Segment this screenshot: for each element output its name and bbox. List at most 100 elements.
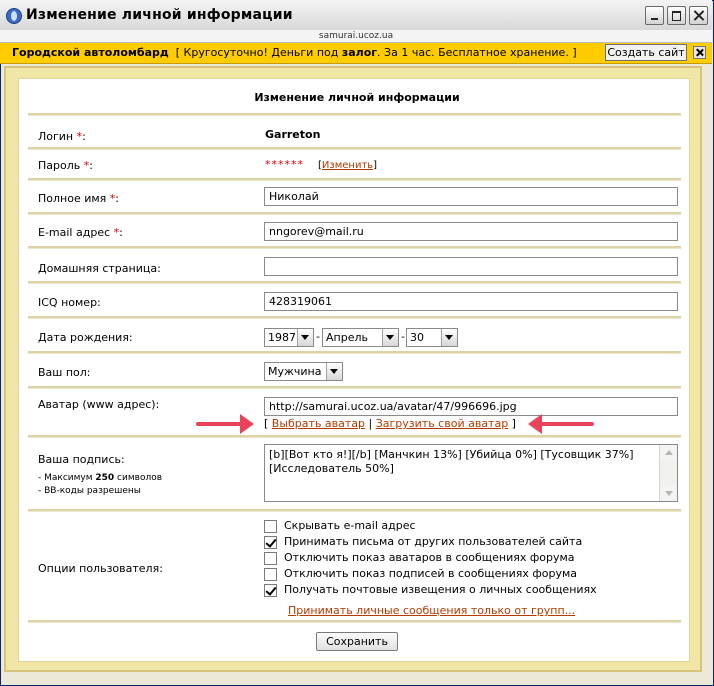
label-colon: : [89,159,93,172]
signature-label: Ваша подпись: [38,453,125,466]
birth-day-select[interactable]: 30 [406,328,458,347]
label-colon: : [82,130,86,143]
divider [28,351,681,354]
divider [28,386,681,389]
login-label-text: Логин [38,130,77,143]
option-label-3[interactable]: Отключить показ аватаров в сообщениях фо… [284,551,575,564]
create-site-button[interactable]: Создать сайт [605,44,687,61]
avatar-label: Аватар (www адрес): [38,398,160,411]
gender-label: Ваш пол: [38,366,91,379]
divider [28,212,681,215]
birth-year-value: 1987 [268,331,296,344]
groups-only-link[interactable]: Принимать личные сообщения только от гру… [288,604,575,617]
option-checkbox-3[interactable] [264,552,277,565]
minimize-icon[interactable] [645,6,664,25]
label-colon: : [115,192,119,205]
ad-close-icon[interactable] [693,46,706,59]
login-label: Логин *: [38,130,86,143]
divider [28,435,681,438]
change-password-link[interactable]: Изменить [322,160,373,171]
icq-input[interactable]: 428319061 [264,292,678,311]
avatar-url-input[interactable]: http://samurai.ucoz.ua/avatar/47/996696.… [264,397,678,416]
bracket-close: ] [508,417,516,430]
fullname-label: Полное имя *: [38,192,119,205]
form-title: Изменение личной информации [254,91,460,104]
password-stars: ****** [265,158,304,171]
choose-avatar-link[interactable]: Выбрать аватар [272,417,365,430]
divider [28,113,681,116]
icq-label: ICQ номер: [38,296,101,309]
fullname-input[interactable]: Николай [264,187,678,206]
options-label: Опции пользователя: [38,562,163,575]
avatar-links: [ Выбрать аватар | Загрузить свой аватар… [264,417,516,430]
homepage-input[interactable] [264,257,678,276]
bracket-open: [ [264,417,272,430]
gender-value: Мужчина [268,365,322,378]
signature-textarea[interactable]: [b][Вот кто я!][/b] [Манчкин 13%] [Убийц… [264,444,678,502]
max-suffix: символов [114,473,163,483]
signature-scrollbar[interactable] [659,445,677,501]
option-checkbox-5[interactable] [264,584,277,597]
divider [28,178,681,181]
upload-avatar-link[interactable]: Загрузить свой аватар [376,417,508,430]
date-dash: - [401,330,405,343]
ad-brand[interactable]: Городской автоломбард [12,46,169,59]
window-app-icon [6,8,22,24]
divider [28,620,681,623]
email-input[interactable]: nngorev@mail.ru [264,222,678,241]
chevron-down-icon[interactable] [326,363,342,380]
gender-select[interactable]: Мужчина [264,362,343,381]
option-checkbox-4[interactable] [264,568,277,581]
ad-text-bold: залог [341,46,378,59]
option-label-4[interactable]: Отключить показ подписей в сообщениях фо… [284,567,577,580]
divider [28,246,681,249]
save-button[interactable]: Сохранить [316,632,398,651]
ad-text[interactable]: Городской автоломбард [ Кругосуточно! Де… [12,46,577,59]
divider [28,281,681,284]
signature-max-hint: - Максимум 250 символов [38,473,162,483]
email-label-text: E-mail адрес [38,226,114,239]
option-label-2[interactable]: Принимать письма от других пользователей… [284,535,582,548]
chevron-down-icon[interactable] [441,329,457,346]
title-bar[interactable]: Изменение личной информации [0,0,712,31]
window-title: Изменение личной информации [26,7,293,23]
homepage-label: Домашняя страница: [38,262,161,275]
option-label-1[interactable]: Скрывать e-mail адрес [284,519,416,532]
signature-text: [b][Вот кто я!][/b] [Манчкин 13%] [Убийц… [269,448,634,475]
login-value: Garreton [265,128,321,141]
annotation-arrow-right [196,414,254,434]
maximize-icon[interactable] [667,6,686,25]
divider [28,316,681,319]
chevron-down-icon[interactable] [297,329,313,346]
chevron-down-icon[interactable] [382,329,398,346]
change-password[interactable]: [Изменить] [318,160,377,171]
link-separator: | [365,417,376,430]
ad-text-before: [ Кругосуточно! Деньги под [175,46,342,59]
password-label: Пароль *: [38,159,93,172]
email-label: E-mail адрес *: [38,226,123,239]
scroll-down-icon[interactable] [661,486,676,501]
annotation-arrow-left [528,414,594,434]
close-icon[interactable] [689,6,708,25]
label-colon: : [119,226,123,239]
birthdate-label: Дата рождения: [38,331,133,344]
scroll-up-icon[interactable] [661,445,676,460]
divider [28,509,681,512]
date-dash: - [316,330,320,343]
ad-text-after: . За 1 час. Бесплатное хранение. ] [377,46,577,59]
option-checkbox-1[interactable] [264,520,277,533]
divider [28,147,681,150]
birth-month-value: Апрель [326,331,368,344]
option-label-5[interactable]: Получать почтовые извещения о личных соо… [284,583,597,596]
birth-month-select[interactable]: Апрель [322,328,399,347]
ad-banner[interactable]: Городской автоломбард [ Кругосуточно! Де… [0,43,712,64]
bracket-close: ] [373,160,378,171]
option-checkbox-2[interactable] [264,536,277,549]
signature-bbcode-hint: - BB-коды разрешены [38,486,141,496]
fullname-label-text: Полное имя [38,192,110,205]
password-label-text: Пароль [38,159,84,172]
max-prefix: - Максимум [38,473,96,483]
url-display: samurai.ucoz.ua [0,30,712,43]
birth-day-value: 30 [410,331,424,344]
birth-year-select[interactable]: 1987 [264,328,314,347]
